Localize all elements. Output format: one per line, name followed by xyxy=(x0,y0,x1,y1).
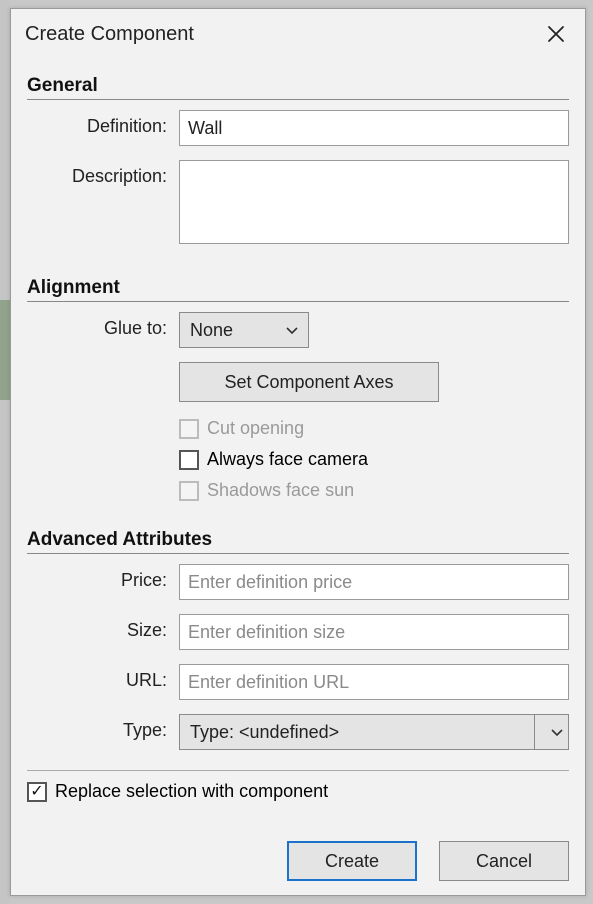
cut-opening-checkbox-row: Cut opening xyxy=(179,418,569,439)
create-button-label: Create xyxy=(325,851,379,872)
type-value: Type: <undefined> xyxy=(190,722,339,743)
row-type: Type: Type: <undefined> xyxy=(27,714,569,750)
description-input[interactable] xyxy=(179,160,569,244)
chevron-down-icon xyxy=(551,724,563,740)
price-label: Price: xyxy=(27,564,179,591)
create-button[interactable]: Create xyxy=(287,841,417,881)
cut-opening-label: Cut opening xyxy=(207,418,304,439)
url-input[interactable] xyxy=(179,664,569,700)
section-heading-advanced: Advanced Attributes xyxy=(27,529,569,551)
row-url: URL: xyxy=(27,664,569,700)
type-select[interactable]: Type: <undefined> xyxy=(179,714,535,750)
row-price: Price: xyxy=(27,564,569,600)
titlebar: Create Component xyxy=(11,9,585,55)
cancel-button-label: Cancel xyxy=(476,851,532,872)
shadows-face-sun-label: Shadows face sun xyxy=(207,480,354,501)
always-face-camera-label: Always face camera xyxy=(207,449,368,470)
row-description: Description: xyxy=(27,160,569,249)
shadows-face-sun-checkbox-row: Shadows face sun xyxy=(179,480,569,501)
chevron-down-icon xyxy=(286,322,298,338)
always-face-camera-checkbox-row[interactable]: Always face camera xyxy=(179,449,569,470)
row-size: Size: xyxy=(27,614,569,650)
section-heading-general: General xyxy=(27,75,569,97)
close-icon[interactable] xyxy=(541,19,571,49)
divider xyxy=(27,553,569,554)
shadows-face-sun-checkbox xyxy=(179,481,199,501)
price-input[interactable] xyxy=(179,564,569,600)
url-label: URL: xyxy=(27,664,179,691)
replace-selection-label: Replace selection with component xyxy=(55,781,328,802)
type-label: Type: xyxy=(27,714,179,741)
replace-selection-checkbox-row[interactable]: ✓ Replace selection with component xyxy=(27,781,569,802)
definition-input[interactable] xyxy=(179,110,569,146)
cut-opening-checkbox xyxy=(179,419,199,439)
type-select-chevron[interactable] xyxy=(535,714,569,750)
glue-to-value: None xyxy=(190,320,233,341)
dialog-footer: Create Cancel xyxy=(27,829,569,881)
description-label: Description: xyxy=(27,160,179,187)
definition-label: Definition: xyxy=(27,110,179,137)
window-title: Create Component xyxy=(25,23,194,46)
divider xyxy=(27,770,569,771)
background-viewport xyxy=(0,0,10,904)
row-glue-to: Glue to: None xyxy=(27,312,569,348)
row-definition: Definition: xyxy=(27,110,569,146)
size-label: Size: xyxy=(27,614,179,641)
set-axes-label: Set Component Axes xyxy=(224,372,393,393)
create-component-dialog: Create Component General Definition: Des… xyxy=(10,8,586,896)
divider xyxy=(27,99,569,100)
section-heading-alignment: Alignment xyxy=(27,277,569,299)
size-input[interactable] xyxy=(179,614,569,650)
replace-selection-checkbox[interactable]: ✓ xyxy=(27,782,47,802)
glue-to-select[interactable]: None xyxy=(179,312,309,348)
cancel-button[interactable]: Cancel xyxy=(439,841,569,881)
dialog-body: General Definition: Description: Alignme… xyxy=(11,55,585,895)
always-face-camera-checkbox[interactable] xyxy=(179,450,199,470)
glue-to-label: Glue to: xyxy=(27,312,179,339)
set-component-axes-button[interactable]: Set Component Axes xyxy=(179,362,439,402)
divider xyxy=(27,301,569,302)
check-icon: ✓ xyxy=(30,784,43,800)
